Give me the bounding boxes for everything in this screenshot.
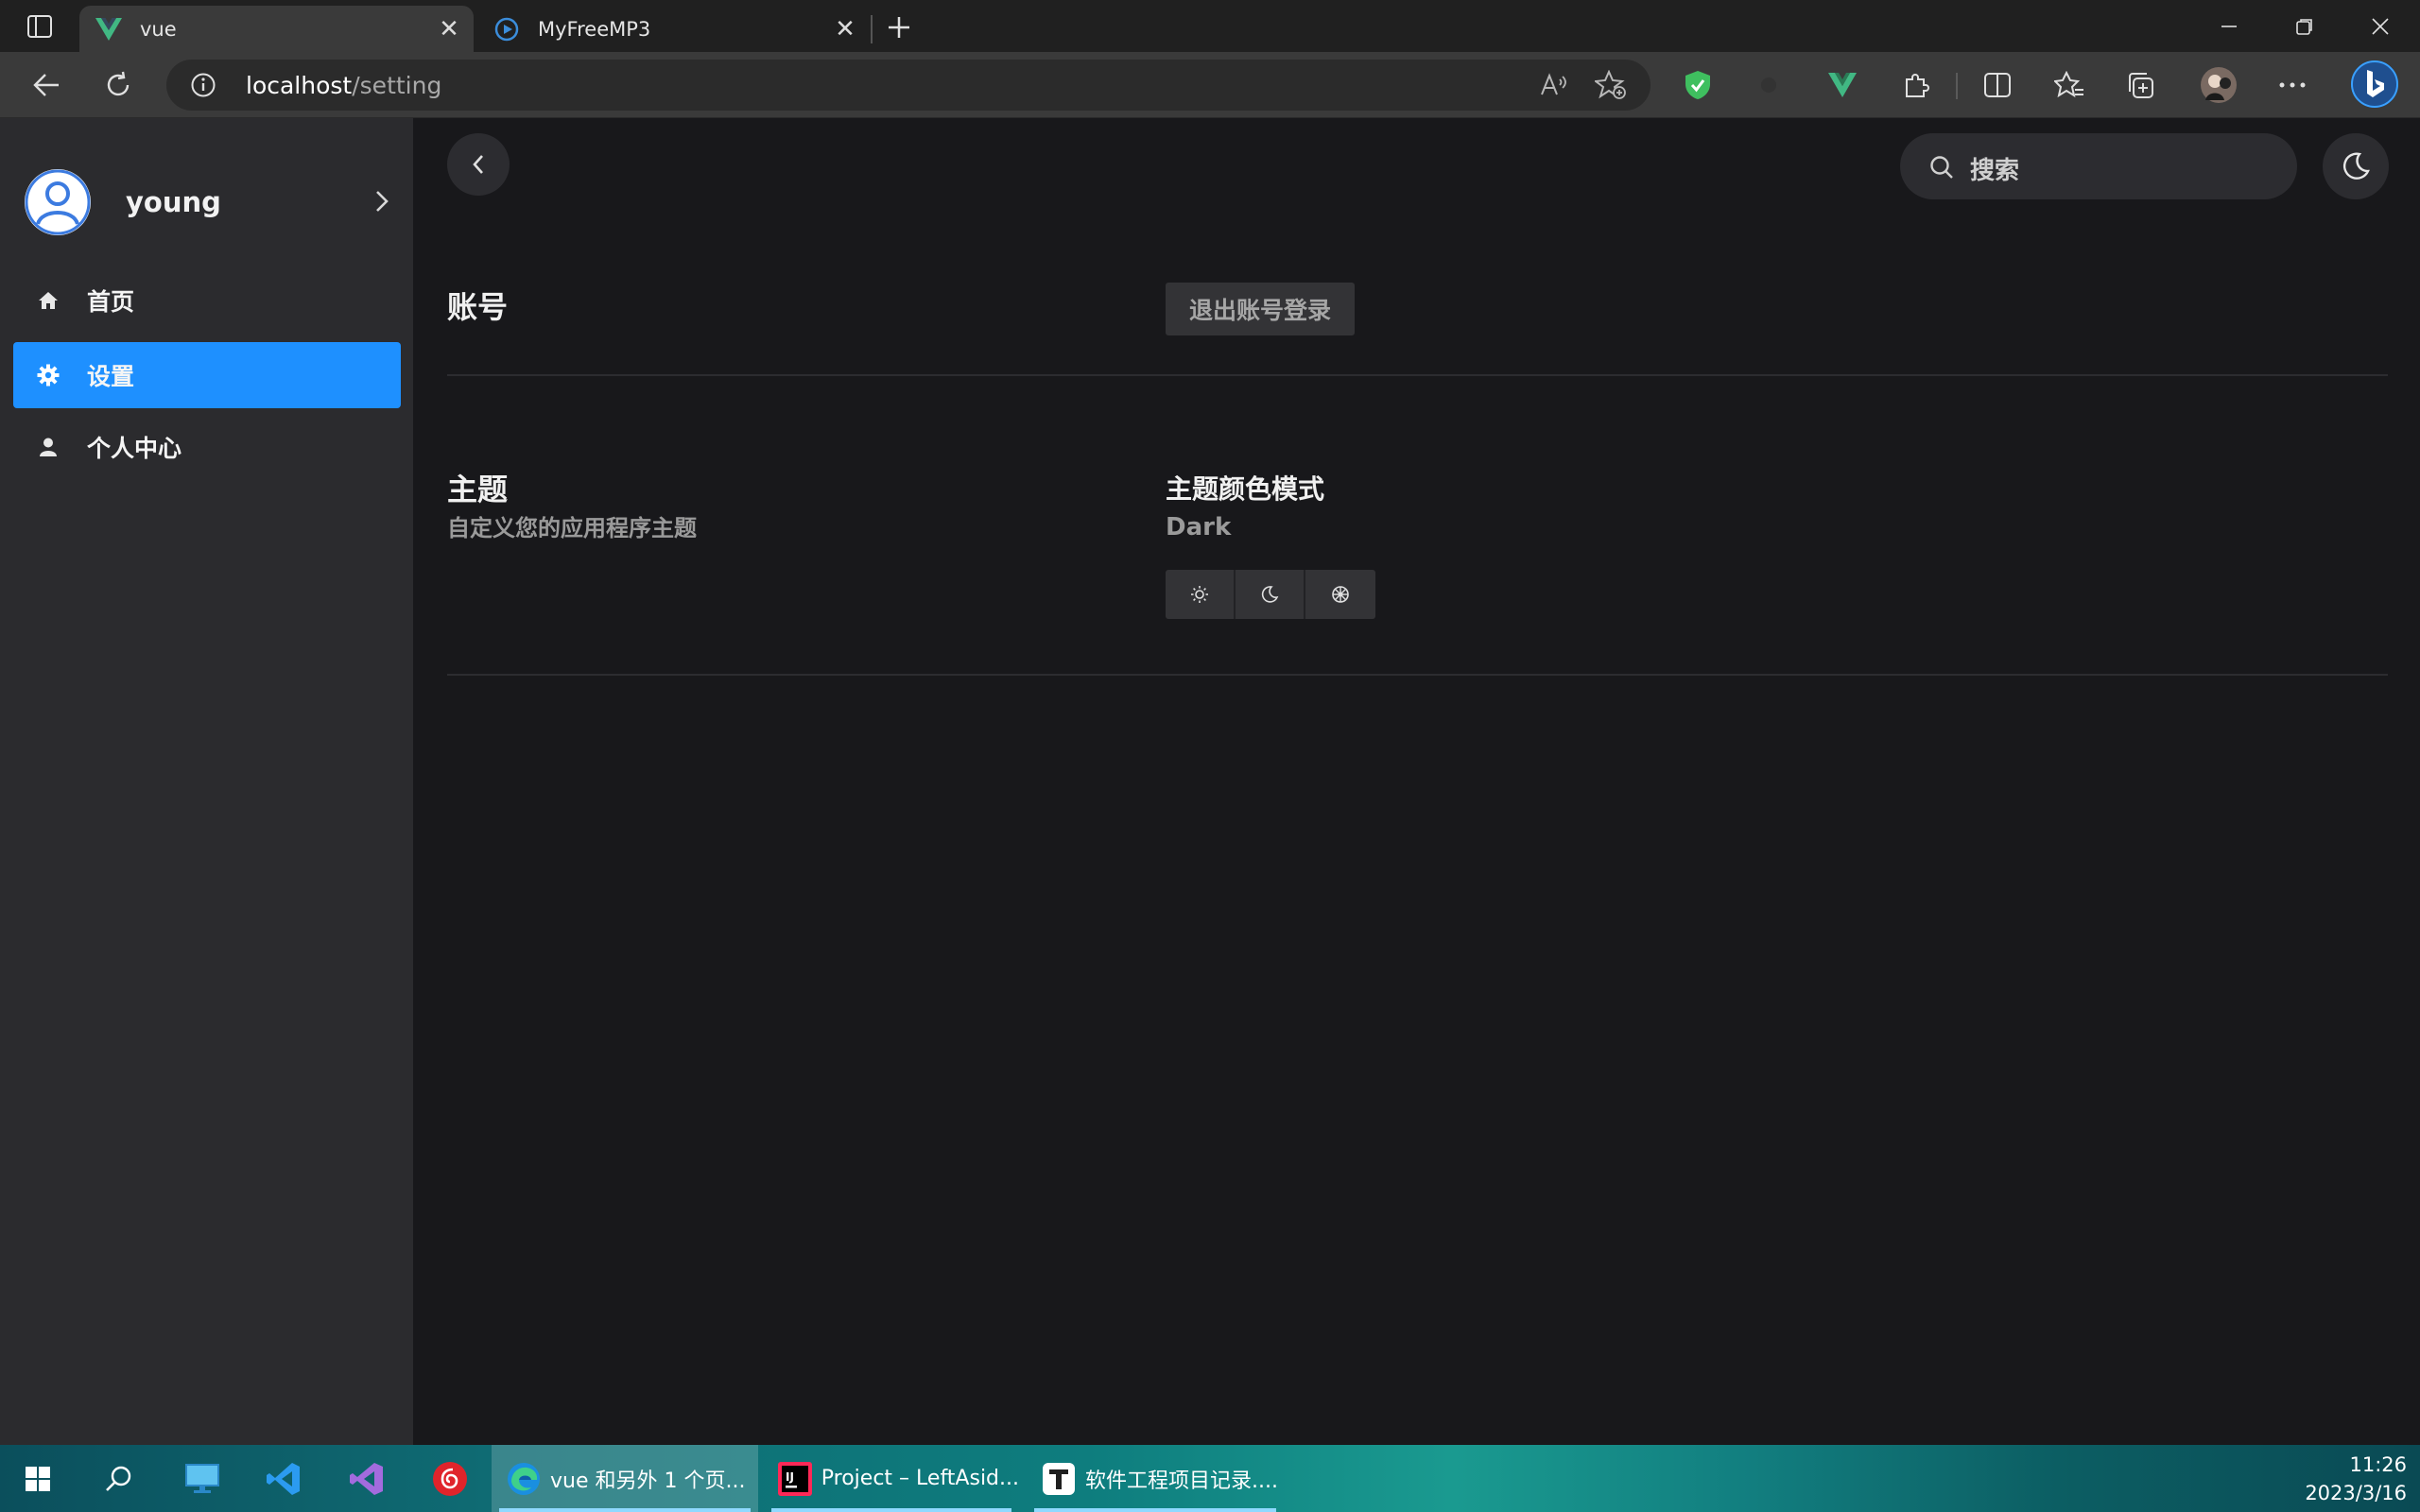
tab-title: vue xyxy=(140,17,177,41)
avatar[interactable] xyxy=(25,169,91,235)
vscode-icon[interactable] xyxy=(259,1454,308,1503)
vue-devtools-icon[interactable] xyxy=(1819,61,1866,109)
moon-icon xyxy=(1261,586,1279,603)
edge-icon xyxy=(505,1460,543,1498)
sidebar-item-label: 设置 xyxy=(87,363,135,390)
add-favorite-icon[interactable] xyxy=(1594,68,1628,102)
tab-actions-icon[interactable] xyxy=(21,11,59,42)
split-screen-icon[interactable] xyxy=(1974,61,2021,109)
more-menu-icon[interactable] xyxy=(2269,61,2316,109)
auto-theme-icon xyxy=(1332,586,1349,603)
section-divider xyxy=(447,374,2388,376)
moon-icon xyxy=(2342,152,2370,180)
search-icon xyxy=(1930,156,1953,179)
sun-icon xyxy=(1191,586,1208,603)
vue-logo-icon xyxy=(95,15,123,43)
taskbar-app-label: 软件工程项目记录.... xyxy=(1085,1469,1278,1493)
bing-chat-icon[interactable] xyxy=(2348,58,2401,111)
close-tab-icon[interactable]: ✕ xyxy=(826,10,864,48)
back-arrow-icon[interactable] xyxy=(23,61,70,109)
minimize-icon[interactable] xyxy=(2191,0,2267,52)
dark-mode-button[interactable] xyxy=(1236,570,1305,619)
close-tab-icon[interactable]: ✕ xyxy=(430,10,468,48)
toolbar-divider xyxy=(1956,73,1958,99)
url-text: localhost/setting xyxy=(246,72,442,99)
app-sidebar: young 首页 设置 个人中心 xyxy=(0,118,413,1445)
restore-icon[interactable] xyxy=(2267,0,2342,52)
settings-page: 搜索 账号 退出账号登录 主题 自定义您的应用程序主题 主题颜色模式 Dark xyxy=(413,118,2420,1445)
theme-section-title: 主题 xyxy=(447,472,509,507)
windows-taskbar: vue 和另外 1 个页... IJ Project – LeftAsid...… xyxy=(0,1445,2420,1512)
taskbar-app-typora[interactable]: 软件工程项目记录.... xyxy=(1027,1445,1284,1512)
netease-music-icon[interactable] xyxy=(425,1454,475,1503)
blank-extension-icon[interactable] xyxy=(1745,61,1792,109)
theme-toggle-button[interactable] xyxy=(2323,133,2389,199)
taskbar-app-edge[interactable]: vue 和另外 1 个页... xyxy=(492,1445,758,1512)
profile-avatar[interactable] xyxy=(2195,61,2242,109)
color-mode-label: 主题颜色模式 xyxy=(1166,473,1325,505)
user-icon xyxy=(36,435,60,459)
light-mode-button[interactable] xyxy=(1166,570,1236,619)
back-button[interactable] xyxy=(447,133,510,196)
chevron-right-icon[interactable] xyxy=(365,184,399,218)
chevron-left-icon xyxy=(473,155,483,174)
tab-myfreemp3[interactable]: MyFreeMP3 ✕ xyxy=(477,6,870,52)
read-aloud-icon[interactable] xyxy=(1537,68,1571,102)
typora-icon xyxy=(1040,1460,1078,1498)
user-profile-row[interactable]: young xyxy=(25,167,398,239)
sidebar-item-profile[interactable]: 个人中心 xyxy=(13,414,401,480)
section-divider xyxy=(447,674,2388,676)
sidebar-item-label: 个人中心 xyxy=(87,435,182,462)
system-clock[interactable]: 11:26 2023/3/16 xyxy=(2305,1451,2407,1507)
search-placeholder: 搜索 xyxy=(1970,157,2020,185)
account-section-title: 账号 xyxy=(447,289,509,325)
active-indicator xyxy=(499,1508,751,1512)
visual-studio-icon[interactable] xyxy=(342,1454,391,1503)
username: young xyxy=(126,186,221,218)
sidebar-item-label: 首页 xyxy=(87,288,135,316)
search-input[interactable]: 搜索 xyxy=(1900,133,2297,199)
favorites-icon[interactable] xyxy=(2046,61,2093,109)
collections-icon[interactable] xyxy=(2118,61,2165,109)
sidebar-item-settings[interactable]: 设置 xyxy=(13,342,401,408)
taskbar-search-icon[interactable] xyxy=(95,1454,144,1503)
browser-tab-strip: vue ✕ MyFreeMP3 ✕ xyxy=(0,0,2420,52)
taskbar-app-intellij[interactable]: IJ Project – LeftAsid... xyxy=(764,1445,1019,1512)
site-info-icon[interactable] xyxy=(187,69,219,101)
intellij-icon: IJ xyxy=(777,1460,814,1498)
shield-check-icon[interactable] xyxy=(1674,61,1721,109)
new-tab-icon[interactable] xyxy=(879,8,919,47)
active-indicator xyxy=(771,1508,1011,1512)
clock-time: 11:26 xyxy=(2349,1453,2407,1476)
gear-icon xyxy=(36,363,60,387)
extensions-puzzle-icon[interactable] xyxy=(1893,61,1940,109)
browser-toolbar: localhost/setting xyxy=(0,52,2420,118)
desktop-icon[interactable] xyxy=(178,1454,227,1503)
address-bar[interactable]: localhost/setting xyxy=(166,60,1651,111)
taskbar-app-label: Project – LeftAsid... xyxy=(821,1467,1019,1490)
tab-separator xyxy=(871,15,873,43)
clock-date: 2023/3/16 xyxy=(2305,1482,2407,1504)
theme-section-subtitle: 自定义您的应用程序主题 xyxy=(447,515,697,541)
color-mode-value: Dark xyxy=(1166,513,1232,541)
auto-mode-button[interactable] xyxy=(1305,570,1375,619)
color-mode-switcher xyxy=(1166,570,1375,619)
play-circle-icon xyxy=(493,15,521,43)
tab-vue[interactable]: vue ✕ xyxy=(79,6,474,52)
refresh-icon[interactable] xyxy=(95,61,142,109)
windows-start-icon[interactable] xyxy=(13,1454,62,1503)
taskbar-app-label: vue 和另外 1 个页... xyxy=(550,1469,746,1493)
logout-button[interactable]: 退出账号登录 xyxy=(1166,283,1355,335)
svg-text:IJ: IJ xyxy=(786,1470,794,1484)
tab-title: MyFreeMP3 xyxy=(538,17,651,41)
sidebar-item-home[interactable]: 首页 xyxy=(13,267,401,334)
home-icon xyxy=(36,288,60,313)
close-window-icon[interactable] xyxy=(2342,0,2418,52)
active-indicator xyxy=(1034,1508,1276,1512)
